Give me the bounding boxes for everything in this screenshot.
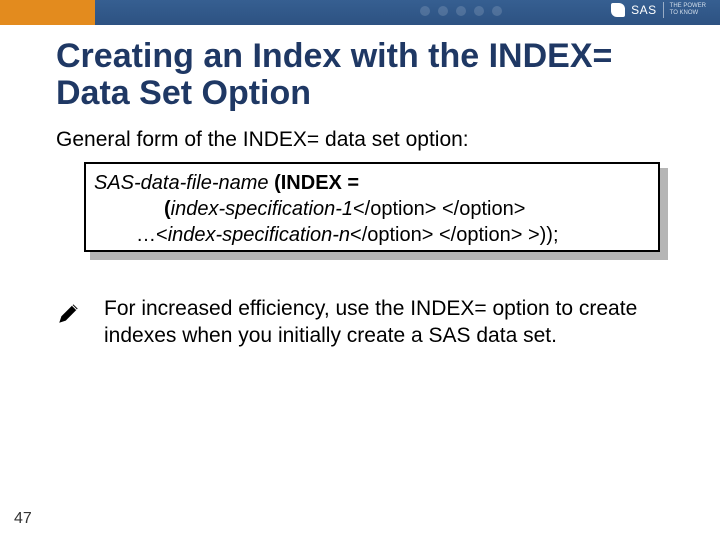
code-literal: (INDEX = [269, 172, 360, 194]
sas-logo-icon [611, 3, 625, 17]
code-line-3: …<index-specification-n</option> </optio… [94, 222, 650, 248]
code-line-2: (index-specification-1</option> </option… [94, 196, 650, 222]
brand-tagline: THE POWER TO KNOW [670, 3, 706, 16]
pencil-icon [56, 296, 84, 326]
code-var: index-specification-n [168, 224, 350, 246]
page-title: Creating an Index with the INDEX= Data S… [56, 38, 676, 111]
code-literal: </option> </option> >)); [350, 224, 559, 246]
code-literal: </option> </option> [353, 198, 525, 220]
code-literal: ( [164, 198, 171, 220]
note-text: For increased efficiency, use the INDEX=… [104, 296, 666, 350]
code-literal: …< [136, 224, 168, 246]
note-row: For increased efficiency, use the INDEX=… [56, 296, 666, 350]
code-var: index-specification-1 [171, 198, 353, 220]
header-bar: SAS THE POWER TO KNOW [0, 0, 720, 25]
decorative-dots [420, 6, 502, 16]
brand-block: SAS THE POWER TO KNOW [611, 2, 706, 18]
code-line-1: SAS-data-file-name (INDEX = [94, 170, 650, 196]
brand-separator [663, 2, 664, 18]
brand-text: SAS [631, 3, 657, 17]
page-number: 47 [14, 510, 32, 528]
accent-block [0, 0, 95, 25]
page-subtitle: General form of the INDEX= data set opti… [56, 128, 469, 152]
code-var: SAS-data-file-name [94, 172, 269, 194]
syntax-box: SAS-data-file-name (INDEX = (index-speci… [84, 162, 660, 252]
